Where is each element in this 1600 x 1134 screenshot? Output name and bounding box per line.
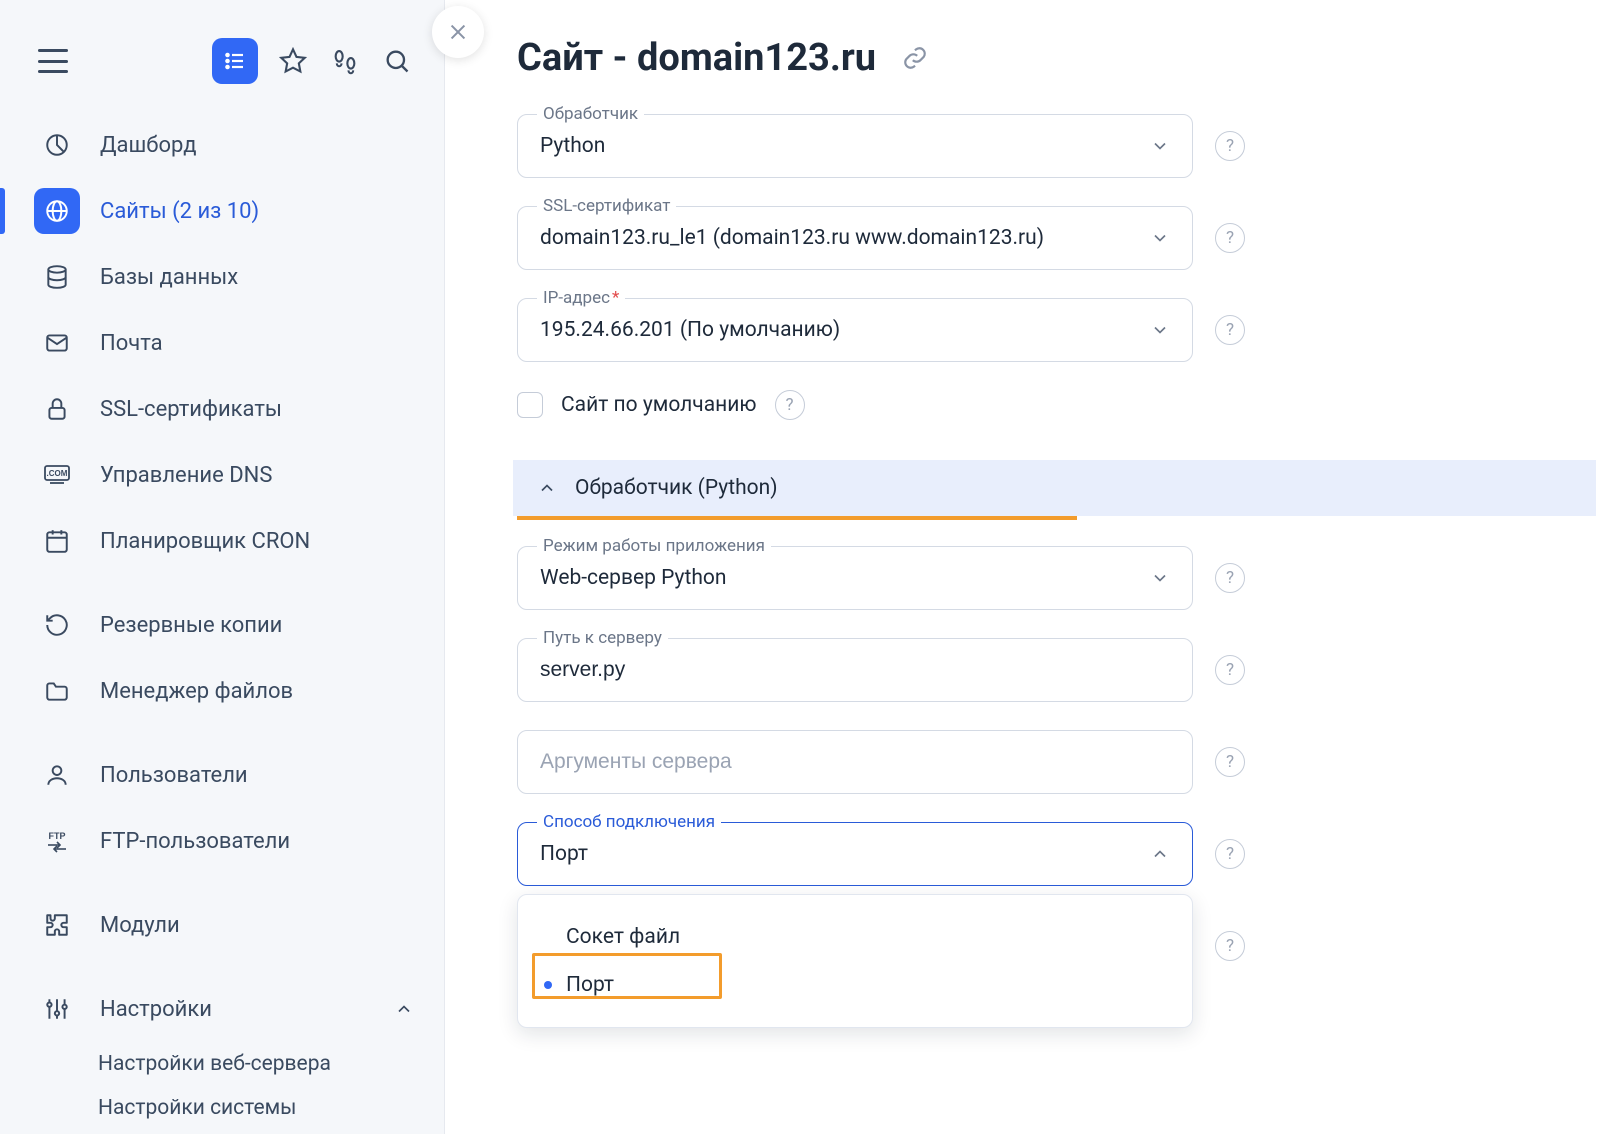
- sidebar-item-mail[interactable]: Почта: [0, 310, 444, 376]
- chevron-down-icon: [1150, 568, 1170, 588]
- sidebar-item-ssl[interactable]: SSL-сертификаты: [0, 376, 444, 442]
- help-default-site[interactable]: ?: [775, 390, 805, 420]
- sidebar-item-modules[interactable]: Модули: [0, 892, 444, 958]
- lock-icon: [34, 386, 80, 432]
- sidebar-item-label: Управление DNS: [100, 463, 272, 488]
- sliders-icon: [34, 986, 80, 1032]
- chevron-up-icon: [1150, 844, 1170, 864]
- dropdown-option-socket[interactable]: Сокет файл: [518, 913, 1192, 961]
- sidebar-item-label: Сайты (2 из 10): [100, 199, 259, 224]
- folder-icon: [34, 668, 80, 714]
- sidebar-item-dns[interactable]: .COM Управление DNS: [0, 442, 444, 508]
- close-panel-button[interactable]: [432, 6, 484, 58]
- menu-toggle[interactable]: [38, 49, 68, 73]
- help-server-path[interactable]: ?: [1215, 655, 1245, 685]
- sidebar-item-label: SSL-сертификаты: [100, 397, 282, 422]
- sidebar-sub-webserver[interactable]: Настройки веб-сервера: [0, 1042, 444, 1086]
- globe-icon: [34, 188, 80, 234]
- ftp-icon: FTP: [34, 818, 80, 864]
- dns-icon: .COM: [34, 452, 80, 498]
- server-path-label: Путь к серверу: [537, 628, 668, 648]
- help-hidden-row[interactable]: ?: [1215, 931, 1245, 961]
- conn-method-dropdown: Сокет файл Порт: [517, 894, 1193, 1028]
- pie-chart-icon: [34, 122, 80, 168]
- page-title: Сайт - domain123.ru: [517, 36, 1600, 80]
- help-server-args[interactable]: ?: [1215, 747, 1245, 777]
- chevron-down-icon: [1150, 228, 1170, 248]
- ip-label: IP-адрес: [537, 288, 625, 308]
- search-button[interactable]: [380, 44, 414, 78]
- chevron-down-icon: [1150, 320, 1170, 340]
- chevron-down-icon: [1150, 136, 1170, 156]
- handler-label: Обработчик: [537, 104, 644, 124]
- sidebar-sub-software[interactable]: Конфигурация ПО: [0, 1130, 444, 1134]
- conn-method-label: Способ подключения: [537, 812, 721, 832]
- sidebar-item-cron[interactable]: Планировщик CRON: [0, 508, 444, 574]
- sidebar-item-label: Дашборд: [100, 133, 196, 158]
- sidebar-item-ftp[interactable]: FTP FTP-пользователи: [0, 808, 444, 874]
- highlight-underline: [517, 516, 1077, 520]
- chevron-up-icon: [394, 999, 414, 1019]
- refresh-icon: [34, 602, 80, 648]
- user-icon: [34, 752, 80, 798]
- sidebar-item-label: Настройки: [100, 997, 212, 1022]
- sidebar-item-label: Модули: [100, 913, 180, 938]
- calendar-icon: [34, 518, 80, 564]
- puzzle-icon: [34, 902, 80, 948]
- sidebar-item-label: Базы данных: [100, 265, 238, 290]
- sidebar-item-label: Планировщик CRON: [100, 529, 310, 554]
- sidebar-item-label: Почта: [100, 331, 163, 356]
- mail-icon: [34, 320, 80, 366]
- app-mode-label: Режим работы приложения: [537, 536, 771, 556]
- dropdown-option-port[interactable]: Порт: [518, 961, 1192, 1009]
- ssl-label: SSL-сертификат: [537, 196, 676, 216]
- svg-text:.COM: .COM: [47, 469, 68, 478]
- help-conn-method[interactable]: ?: [1215, 839, 1245, 869]
- sidebar-item-label: Пользователи: [100, 763, 248, 788]
- server-args-input[interactable]: [517, 730, 1193, 794]
- sidebar-item-settings[interactable]: Настройки: [0, 976, 444, 1042]
- sidebar-item-label: FTP-пользователи: [100, 829, 290, 854]
- help-handler[interactable]: ?: [1215, 131, 1245, 161]
- help-ssl[interactable]: ?: [1215, 223, 1245, 253]
- sidebar-item-label: Резервные копии: [100, 613, 282, 638]
- sidebar-item-backups[interactable]: Резервные копии: [0, 592, 444, 658]
- sidebar-item-label: Менеджер файлов: [100, 679, 293, 704]
- sidebar-item-databases[interactable]: Базы данных: [0, 244, 444, 310]
- svg-text:FTP: FTP: [49, 831, 66, 841]
- default-site-checkbox[interactable]: [517, 392, 543, 418]
- favorites-button[interactable]: [276, 44, 310, 78]
- view-list-button[interactable]: [212, 38, 258, 84]
- help-app-mode[interactable]: ?: [1215, 563, 1245, 593]
- default-site-label: Сайт по умолчанию: [561, 393, 757, 417]
- chevron-up-icon: [537, 478, 557, 498]
- external-link-icon[interactable]: [902, 45, 928, 71]
- help-ip[interactable]: ?: [1215, 315, 1245, 345]
- handler-accordion-toggle[interactable]: Обработчик (Python): [513, 460, 1596, 516]
- sidebar-item-files[interactable]: Менеджер файлов: [0, 658, 444, 724]
- sidebar-item-sites[interactable]: Сайты (2 из 10): [0, 178, 444, 244]
- sidebar-sub-system[interactable]: Настройки системы: [0, 1086, 444, 1130]
- sidebar-item-dashboard[interactable]: Дашборд: [0, 112, 444, 178]
- footprints-button[interactable]: [328, 44, 362, 78]
- database-icon: [34, 254, 80, 300]
- sidebar-item-users[interactable]: Пользователи: [0, 742, 444, 808]
